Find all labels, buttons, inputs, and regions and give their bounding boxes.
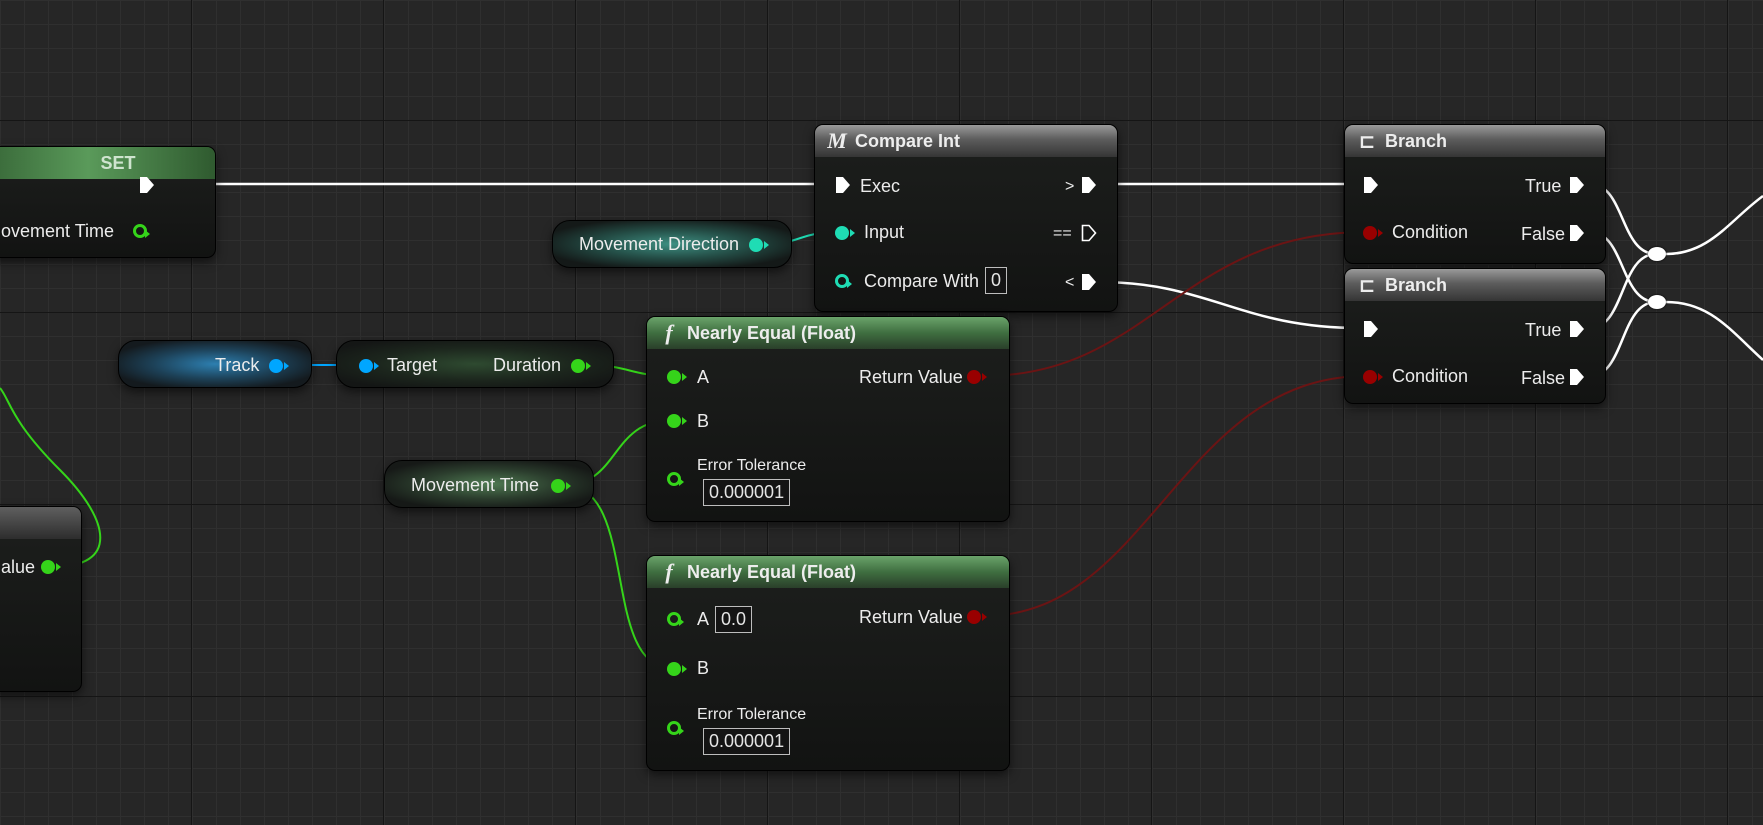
- partial-left-node[interactable]: alue: [0, 506, 82, 692]
- set-node-title: SET: [100, 152, 136, 173]
- branch-icon: ⊏: [1358, 273, 1376, 297]
- compare-with-value-field[interactable]: 0: [985, 267, 1008, 294]
- compare-gt-out-pin[interactable]: [1081, 176, 1097, 194]
- branch-1-exec-in-pin[interactable]: [1363, 176, 1379, 194]
- set-node-header[interactable]: SET: [0, 147, 215, 179]
- branch-2-false-label: False: [1521, 368, 1566, 388]
- movement-time-getter[interactable]: Movement Time: [384, 460, 594, 508]
- nearly-equal-2-a-pin[interactable]: [667, 612, 684, 626]
- nearly-equal-node-2[interactable]: f Nearly Equal (Float) A 0.0 B Error Tol…: [646, 555, 1010, 771]
- movement-direction-out-pin[interactable]: [749, 238, 769, 252]
- compare-with-pin[interactable]: [835, 274, 852, 288]
- nearly-equal-2-return-label: Return Value: [859, 607, 963, 627]
- reroute-knot-2[interactable]: [1648, 295, 1666, 309]
- compare-input-pin[interactable]: [835, 226, 855, 240]
- set-var-out-pin[interactable]: [133, 224, 150, 238]
- nearly-equal-2-title: Nearly Equal (Float): [687, 561, 857, 582]
- nearly-equal-2-tolerance-label: Error Tolerance: [697, 706, 807, 723]
- nearly-equal-2-a-field[interactable]: 0.0: [715, 606, 753, 633]
- movement-direction-getter[interactable]: Movement Direction: [552, 220, 792, 268]
- exec-wire-lt-to-branch2: [1097, 280, 1361, 330]
- set-var-label: ovement Time: [1, 221, 115, 241]
- compare-exec-label: Exec: [860, 176, 901, 196]
- compare-lt-label: <: [1065, 274, 1075, 291]
- track-out-pin[interactable]: [269, 359, 289, 373]
- branch-1-false-out-pin[interactable]: [1569, 224, 1585, 242]
- duration-output-label: Duration: [493, 355, 562, 375]
- duration-target-pin[interactable]: [359, 359, 379, 373]
- compare-int-header[interactable]: M Compare Int: [815, 125, 1117, 157]
- track-getter[interactable]: Track: [118, 340, 312, 388]
- nearly-equal-2-return-pin[interactable]: [967, 610, 987, 624]
- set-exec-out-pin[interactable]: [139, 176, 155, 194]
- compare-int-node[interactable]: M Compare Int Exec Input Compare With 0 …: [814, 124, 1118, 312]
- partial-left-node-pin-label: alue: [1, 557, 36, 577]
- branch-1-condition-label: Condition: [1392, 222, 1469, 242]
- branch-1-condition-pin[interactable]: [1363, 226, 1383, 240]
- nearly-equal-1-a-label: A: [697, 367, 710, 387]
- track-label: Track: [215, 355, 260, 375]
- movement-time-out-pin[interactable]: [551, 479, 571, 493]
- branch-2-condition-pin[interactable]: [1363, 370, 1383, 384]
- branch-2-title: Branch: [1385, 274, 1448, 295]
- nearly-equal-1-title: Nearly Equal (Float): [687, 322, 857, 343]
- macro-icon: M: [827, 128, 847, 153]
- nearly-equal-1-header[interactable]: f Nearly Equal (Float): [647, 317, 1009, 349]
- reroute-knot-1[interactable]: [1648, 247, 1666, 261]
- branch-2-false-out-pin[interactable]: [1569, 368, 1585, 386]
- branch-node-2[interactable]: ⊏ Branch Condition True False: [1344, 268, 1606, 404]
- exec-wire-reroute2-out: [1665, 300, 1763, 361]
- nearly-equal-2-b-label: B: [697, 658, 710, 678]
- exec-wire-reroute1-out: [1665, 194, 1763, 256]
- branch-node-1[interactable]: ⊏ Branch Condition True False: [1344, 124, 1606, 264]
- branch-1-header[interactable]: ⊏ Branch: [1345, 125, 1605, 157]
- nearly-equal-1-tolerance-label: Error Tolerance: [697, 457, 807, 474]
- duration-target-label: Target: [387, 355, 438, 375]
- nearly-equal-2-a-label: A: [697, 609, 710, 629]
- branch-1-true-out-pin[interactable]: [1569, 176, 1585, 194]
- branch-1-false-label: False: [1521, 224, 1566, 244]
- movement-time-label: Movement Time: [411, 475, 540, 495]
- bool-wire-return2-to-condition2: [983, 375, 1367, 617]
- nearly-equal-2-tolerance-field[interactable]: 0.000001: [703, 728, 791, 755]
- compare-int-title: Compare Int: [855, 130, 961, 151]
- compare-input-label: Input: [864, 222, 905, 242]
- function-icon: f: [665, 320, 673, 345]
- nearly-equal-node-1[interactable]: f Nearly Equal (Float) A B Error Toleran…: [646, 316, 1010, 522]
- branch-2-true-out-pin[interactable]: [1569, 320, 1585, 338]
- branch-1-true-label: True: [1525, 176, 1562, 196]
- branch-2-condition-label: Condition: [1392, 366, 1469, 386]
- compare-with-label: Compare With: [864, 271, 980, 291]
- duration-out-pin[interactable]: [571, 359, 591, 373]
- nearly-equal-1-tolerance-field[interactable]: 0.000001: [703, 479, 791, 506]
- set-node[interactable]: SET ovement Time: [0, 146, 216, 258]
- nearly-equal-1-b-pin[interactable]: [667, 414, 687, 428]
- nearly-equal-2-header[interactable]: f Nearly Equal (Float): [647, 556, 1009, 588]
- exec-in-pin[interactable]: [177, 177, 193, 195]
- nearly-equal-1-tolerance-pin[interactable]: [667, 472, 684, 486]
- nearly-equal-2-tolerance-pin[interactable]: [667, 721, 684, 735]
- nearly-equal-1-a-pin[interactable]: [667, 370, 687, 384]
- nearly-equal-1-return-label: Return Value: [859, 367, 963, 387]
- branch-1-title: Branch: [1385, 130, 1448, 151]
- movement-direction-label: Movement Direction: [579, 234, 740, 254]
- compare-exec-in-pin[interactable]: [835, 176, 851, 194]
- nearly-equal-2-b-pin[interactable]: [667, 662, 687, 676]
- compare-lt-out-pin[interactable]: [1081, 273, 1097, 291]
- function-icon: f: [665, 559, 673, 584]
- branch-2-header[interactable]: ⊏ Branch: [1345, 269, 1605, 301]
- compare-gt-label: >: [1065, 178, 1075, 195]
- compare-eq-out-pin[interactable]: [1081, 224, 1097, 242]
- duration-node[interactable]: Target Duration: [336, 340, 614, 388]
- nearly-equal-1-b-label: B: [697, 411, 710, 431]
- branch-icon: ⊏: [1358, 129, 1376, 153]
- branch-2-true-label: True: [1525, 320, 1562, 340]
- nearly-equal-1-return-pin[interactable]: [967, 370, 987, 384]
- compare-eq-label: ==: [1053, 225, 1072, 242]
- partial-left-node-header: [0, 507, 81, 539]
- partial-left-node-out-pin[interactable]: [41, 560, 61, 574]
- branch-2-exec-in-pin[interactable]: [1363, 320, 1379, 338]
